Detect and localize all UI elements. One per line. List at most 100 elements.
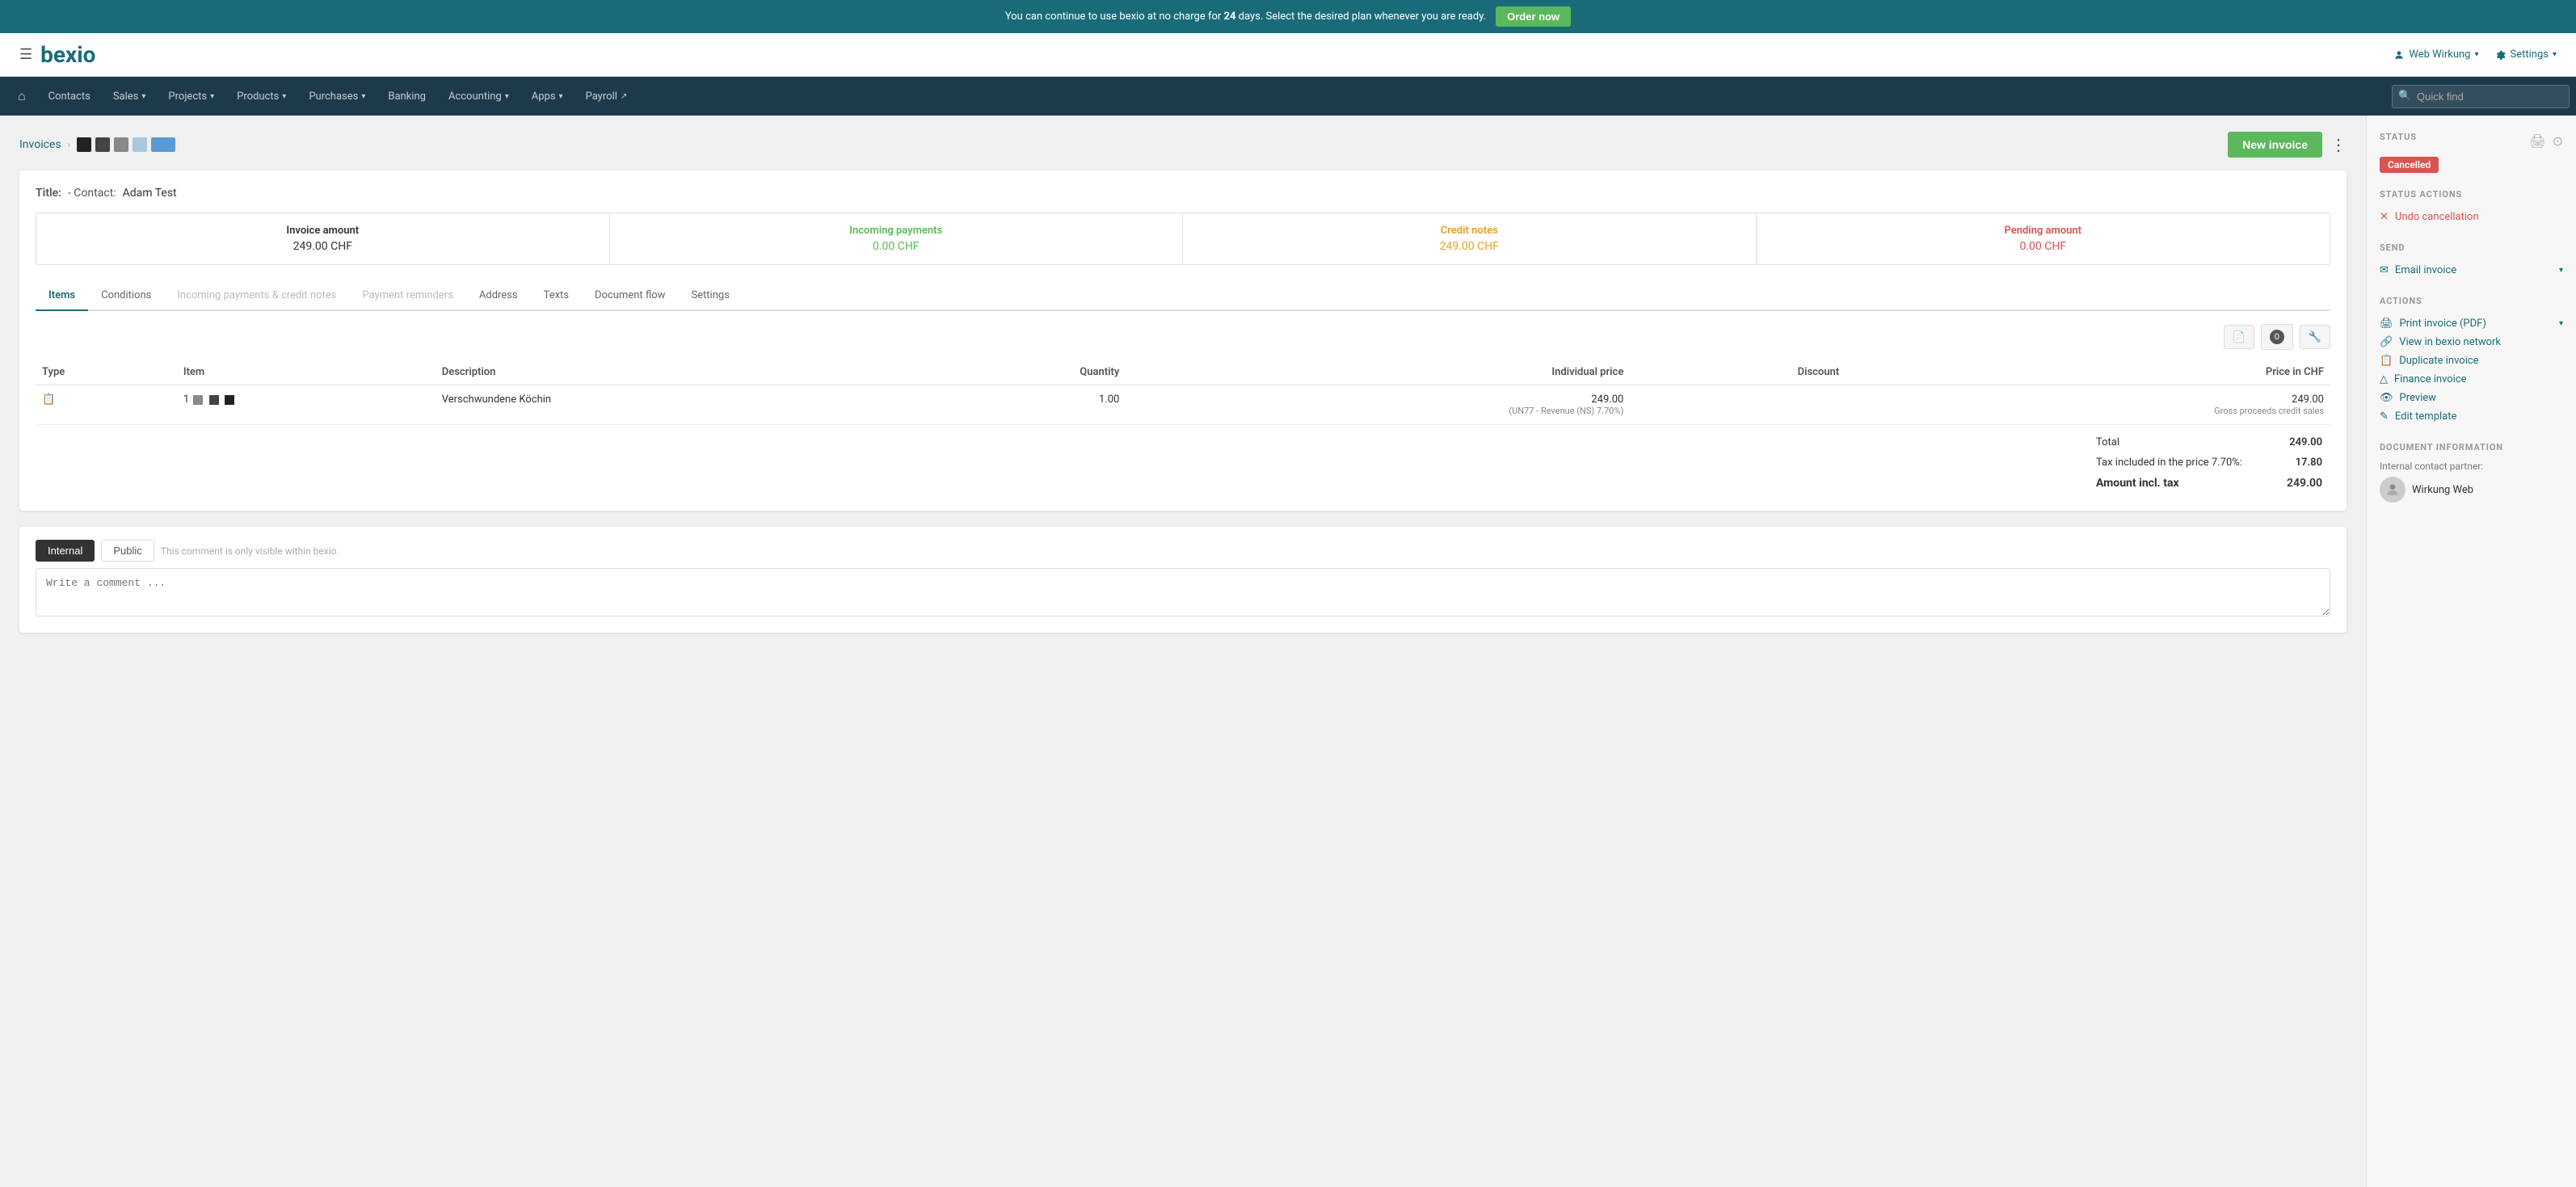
tax-label: Tax included in the price 7.70%: [2090, 453, 2271, 472]
items-table: Type Item Description Quantity Individua… [36, 360, 2330, 425]
header: ☰ bexio Web Wirkung ▾ Settings ▾ [0, 33, 2576, 77]
title-label: Title: [36, 187, 61, 200]
new-invoice-button[interactable]: New invoice [2228, 132, 2322, 158]
nav-projects[interactable]: Projects ▾ [157, 79, 225, 114]
send-title: SEND [2380, 242, 2563, 253]
settings-toolbar-button[interactable]: 🔧 [2300, 325, 2330, 349]
banner-text: You can continue to use bexio at no char… [1005, 11, 1486, 23]
swatch-black[interactable] [77, 137, 91, 152]
amount-incl-label: Amount incl. tax [2090, 474, 2271, 493]
tab-items[interactable]: Items [36, 281, 88, 311]
email-invoice-link[interactable]: ✉ Email invoice ▾ [2380, 261, 2563, 280]
print-status-button[interactable]: 🖨 [2529, 133, 2545, 149]
status-section: STATUS 🖨 ⊙ Cancelled [2380, 132, 2563, 173]
top-banner: You can continue to use bexio at no char… [0, 0, 2576, 33]
user-icon [2393, 49, 2405, 61]
item-type-icon: 📋 [42, 394, 55, 406]
status-badge: Cancelled [2380, 157, 2439, 173]
actions-section: ACTIONS 🖨 Print invoice (PDF) ▾ 🔗 View i… [2380, 296, 2563, 426]
col-type: Type [36, 360, 177, 385]
row-price-chf: 249.00 Gross proceeds credit sales [1846, 385, 2330, 425]
row-item: 1 [177, 385, 436, 425]
status-actions-section: STATUS ACTIONS ✕ Undo cancellation [2380, 189, 2563, 226]
menu-icon[interactable]: ☰ [19, 46, 32, 63]
public-tab[interactable]: Public [101, 540, 154, 562]
accounting-chevron-icon: ▾ [505, 92, 509, 101]
settings-menu[interactable]: Settings ▾ [2495, 48, 2557, 61]
projects-chevron-icon: ▾ [210, 92, 214, 101]
internal-tab[interactable]: Internal [36, 540, 95, 562]
summary-row: Invoice amount 249.00 CHF Incoming payme… [36, 213, 2330, 265]
main-content: Invoices › New invoice ⋮ Title: - C [0, 116, 2366, 1187]
swatch-dark[interactable] [95, 137, 110, 152]
copy-toolbar-button[interactable]: 📄 [2224, 325, 2254, 349]
nav-contacts[interactable]: Contacts [37, 79, 102, 114]
totals-row-tax: Tax included in the price 7.70%: 17.80 [2090, 453, 2329, 472]
nav-apps[interactable]: Apps ▾ [520, 79, 575, 114]
user-menu[interactable]: Web Wirkung ▾ [2393, 48, 2478, 61]
tab-document-flow[interactable]: Document flow [582, 281, 678, 311]
print-invoice-link[interactable]: 🖨 Print invoice (PDF) ▾ [2380, 314, 2563, 333]
undo-cancellation-link[interactable]: ✕ Undo cancellation [2380, 208, 2563, 226]
row-individual-price: 249.00 (UN77 - Revenue (NS) 7.70%) [1126, 385, 1630, 425]
tab-conditions[interactable]: Conditions [88, 281, 164, 311]
nav-purchases[interactable]: Purchases ▾ [297, 79, 377, 114]
swatch-blue[interactable] [151, 137, 175, 152]
duplicate-invoice-link[interactable]: 📋 Duplicate invoice [2380, 351, 2563, 370]
user-chevron-icon: ▾ [2474, 50, 2478, 59]
pending-amount-label: Pending amount [1770, 225, 2317, 237]
swatch-gray[interactable] [114, 137, 128, 152]
tab-settings[interactable]: Settings [678, 281, 742, 311]
sales-chevron-icon: ▾ [141, 92, 145, 101]
credit-notes-label: Credit notes [1196, 225, 1743, 237]
order-now-button[interactable]: Order now [1496, 6, 1571, 27]
invoice-tabs: Items Conditions Incoming payments & cre… [36, 281, 2330, 311]
preview-link[interactable]: 👁 Preview [2380, 389, 2563, 407]
send-section: SEND ✉ Email invoice ▾ [2380, 242, 2563, 280]
price-note: (UN77 - Revenue (NS) 7.70%) [1132, 406, 1623, 416]
edit-icon: ✎ [2380, 410, 2389, 423]
duplicate-icon: 📋 [2380, 355, 2393, 367]
totals-row-total: Total 249.00 [2090, 433, 2329, 452]
incoming-payments-value: 0.00 CHF [623, 240, 1170, 253]
col-item: Item [177, 360, 436, 385]
incoming-payments-label: Incoming payments [623, 225, 1170, 237]
nav-products[interactable]: Products ▾ [225, 79, 297, 114]
products-chevron-icon: ▾ [282, 92, 286, 101]
document-info-section: DOCUMENT INFORMATION Internal contact pa… [2380, 442, 2563, 503]
comment-hint: This comment is only visible within bexi… [161, 545, 339, 557]
more-options-button[interactable]: ⋮ [2330, 135, 2347, 155]
breadcrumb-invoices[interactable]: Invoices [19, 138, 61, 151]
tab-texts[interactable]: Texts [531, 281, 582, 311]
swatch-lightblue[interactable] [133, 137, 147, 152]
logo-area: ☰ bexio [19, 41, 95, 68]
col-quantity: Quantity [918, 360, 1126, 385]
status-section-title: STATUS [2380, 132, 2417, 142]
email-icon: ✉ [2380, 264, 2389, 276]
finance-invoice-link[interactable]: △ Finance invoice [2380, 370, 2563, 389]
nav-home[interactable]: ⌂ [6, 77, 37, 116]
invoice-card: Title: - Contact: Adam Test Invoice amou… [19, 170, 2347, 511]
edit-template-link[interactable]: ✎ Edit template [2380, 407, 2563, 426]
status-icons: 🖨 ⊙ [2529, 133, 2563, 149]
nav-accounting[interactable]: Accounting ▾ [437, 79, 520, 114]
view-bexio-network-link[interactable]: 🔗 View in bexio network [2380, 333, 2563, 351]
main-nav: ⌂ Contacts Sales ▾ Projects ▾ Products ▾… [0, 77, 2576, 116]
nav-sales[interactable]: Sales ▾ [102, 79, 158, 114]
nav-search: 🔍 [2392, 85, 2570, 108]
print-chevron-icon: ▾ [2559, 319, 2563, 328]
color-dot-2 [209, 395, 219, 405]
nav-banking[interactable]: Banking [377, 79, 437, 114]
search-input[interactable] [2392, 85, 2570, 108]
col-individual-price: Individual price [1126, 360, 1630, 385]
comment-input[interactable] [36, 568, 2330, 617]
nav-payroll[interactable]: Payroll ↗ [575, 79, 639, 114]
contact-label: - Contact: [68, 187, 116, 200]
circle-status-button[interactable]: ⊙ [2553, 133, 2563, 149]
contact-name: Wirkung Web [2412, 484, 2473, 496]
breadcrumb-row: Invoices › New invoice ⋮ [19, 132, 2347, 158]
pending-amount-box: Pending amount 0.00 CHF [1757, 213, 2330, 264]
table-toolbar: 📄 0 🔧 [36, 324, 2330, 350]
badge-toolbar-button[interactable]: 0 [2261, 324, 2293, 350]
tab-address[interactable]: Address [466, 281, 531, 311]
